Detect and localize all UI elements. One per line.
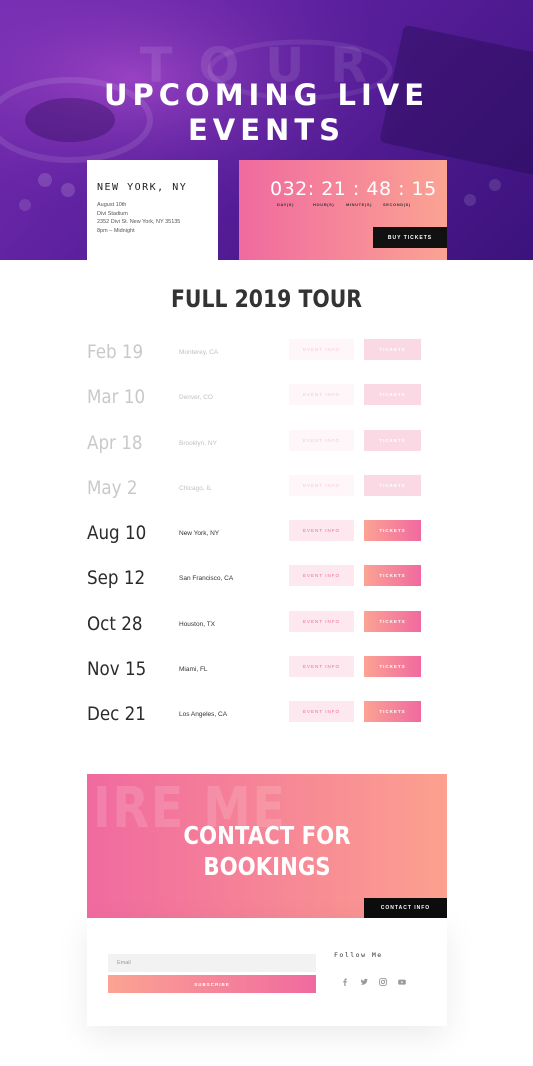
twitter-icon[interactable] — [358, 976, 370, 988]
event-address: 2352 Divi St. New York, NY 35135 — [97, 219, 181, 225]
tour-date: Oct 28 — [87, 613, 143, 635]
tour-date: Mar 10 — [87, 386, 146, 408]
tickets-button[interactable]: TICKETS — [364, 611, 421, 632]
tickets-button[interactable]: TICKETS — [364, 565, 421, 586]
tour-date: Aug 10 — [87, 522, 147, 544]
tour-row: Apr 18 Brooklyn, NY EVENT INFO TICKETS — [0, 430, 533, 460]
tour-city: Chicago, IL — [179, 485, 212, 492]
subscribe-button[interactable]: SUBSCRIBE — [108, 975, 316, 993]
next-event-card: NEW YORK, NY August 10th Divi Stadium 23… — [87, 160, 218, 260]
event-city: NEW YORK, NY — [97, 182, 188, 193]
tickets-button[interactable]: TICKETS — [364, 430, 421, 451]
facebook-icon[interactable] — [339, 976, 351, 988]
tickets-button[interactable]: TICKETS — [364, 520, 421, 541]
tickets-button[interactable]: TICKETS — [364, 384, 421, 405]
countdown-label-days: DAY(S) — [277, 202, 295, 207]
tour-row: Aug 10 New York, NY EVENT INFO TICKETS — [0, 520, 533, 550]
event-time: 8pm – Midnight — [97, 227, 135, 234]
hero-title-line1: UPCOMING LIVE — [103, 78, 430, 112]
youtube-icon[interactable] — [396, 976, 408, 988]
tour-city: Denver, CO — [179, 394, 213, 401]
event-info-button[interactable]: EVENT INFO — [289, 565, 354, 586]
tour-city: Monterey, CA — [179, 349, 219, 356]
tour-city: New York, NY — [179, 530, 220, 537]
tour-row: Nov 15 Miami, FL EVENT INFO TICKETS — [0, 656, 533, 686]
email-input[interactable] — [108, 954, 316, 972]
tour-date: Feb 19 — [87, 341, 144, 363]
contact-title-line2: BOOKINGS — [203, 852, 331, 881]
hero-section: TOUR UPCOMING LIVE EVENTS NEW YORK, NY A… — [0, 0, 533, 260]
countdown-timer: 032: 21 : 48 : 15 — [270, 178, 437, 200]
tour-row: Feb 19 Monterey, CA EVENT INFO TICKETS — [0, 339, 533, 369]
hero-title-line2: EVENTS — [187, 113, 345, 147]
tour-city: Miami, FL — [179, 666, 208, 673]
tour-city: San Francisco, CA — [179, 575, 234, 582]
tour-city: Brooklyn, NY — [179, 440, 217, 447]
tour-row: May 2 Chicago, IL EVENT INFO TICKETS — [0, 475, 533, 505]
contact-banner: IRE ME CONTACT FOR BOOKINGS CONTACT INFO — [87, 774, 447, 918]
countdown-label-seconds: SECOND(S) — [383, 202, 411, 207]
event-info-button[interactable]: EVENT INFO — [289, 384, 354, 405]
event-info-button[interactable]: EVENT INFO — [289, 339, 354, 360]
buy-tickets-button[interactable]: BUY TICKETS — [373, 227, 447, 248]
event-info-button[interactable]: EVENT INFO — [289, 520, 354, 541]
event-info-button[interactable]: EVENT INFO — [289, 430, 354, 451]
event-venue: Divi Stadium — [97, 210, 128, 217]
tour-row: Mar 10 Denver, CO EVENT INFO TICKETS — [0, 384, 533, 414]
tour-row: Dec 21 Los Angeles, CA EVENT INFO TICKETS — [0, 701, 533, 731]
event-info-button[interactable]: EVENT INFO — [289, 611, 354, 632]
follow-title: Follow Me — [334, 951, 383, 959]
tickets-button[interactable]: TICKETS — [364, 656, 421, 677]
countdown-label-hours: HOUR(S) — [313, 202, 335, 207]
countdown-card: 032: 21 : 48 : 15 DAY(S) HOUR(S) MINUTE(… — [239, 160, 447, 260]
tour-date: Dec 21 — [87, 703, 146, 725]
tickets-button[interactable]: TICKETS — [364, 475, 421, 496]
event-date: August 10th — [97, 202, 127, 208]
tour-title: FULL 2019 TOUR — [170, 285, 363, 313]
tour-row: Oct 28 Houston, TX EVENT INFO TICKETS — [0, 611, 533, 641]
tour-city: Houston, TX — [179, 621, 216, 628]
hero-title: UPCOMING LIVE EVENTS — [0, 78, 533, 148]
tickets-button[interactable]: TICKETS — [364, 339, 421, 360]
contact-info-button[interactable]: CONTACT INFO — [364, 898, 447, 918]
tour-city: Los Angeles, CA — [179, 711, 228, 718]
event-info-button[interactable]: EVENT INFO — [289, 656, 354, 677]
tour-date: Apr 18 — [87, 432, 143, 454]
tour-date: Nov 15 — [87, 658, 147, 680]
contact-title: CONTACT FOR BOOKINGS — [114, 820, 420, 882]
tickets-button[interactable]: TICKETS — [364, 701, 421, 722]
tour-date: May 2 — [87, 477, 138, 499]
event-info-button[interactable]: EVENT INFO — [289, 475, 354, 496]
instagram-icon[interactable] — [377, 976, 389, 988]
event-info-button[interactable]: EVENT INFO — [289, 701, 354, 722]
tour-row: Sep 12 San Francisco, CA EVENT INFO TICKETS — [0, 565, 533, 595]
contact-title-line1: CONTACT FOR — [183, 821, 351, 850]
countdown-label-minutes: MINUTE(S) — [346, 202, 373, 207]
countdown-labels: DAY(S) HOUR(S) MINUTE(S) SECOND(S) — [239, 202, 447, 210]
signup-card: SUBSCRIBE Follow Me — [87, 918, 447, 1026]
tour-date: Sep 12 — [87, 567, 146, 589]
